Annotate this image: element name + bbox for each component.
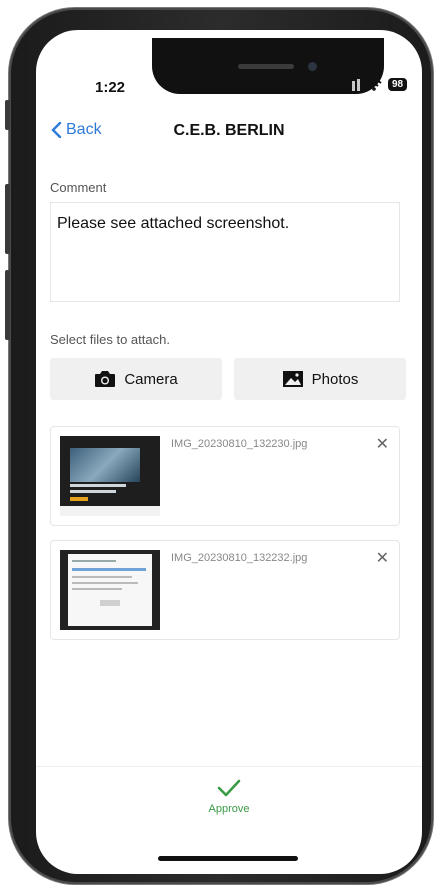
volume-down-button bbox=[5, 270, 10, 340]
status-icons: 98 bbox=[342, 78, 408, 91]
file-card: IMG_20230810_132230.jpg ✕ bbox=[50, 426, 400, 526]
battery-icon: 98 bbox=[388, 78, 408, 91]
file-thumbnail[interactable] bbox=[60, 436, 160, 516]
file-thumbnail[interactable] bbox=[60, 550, 160, 630]
photos-button[interactable]: Photos bbox=[234, 358, 406, 400]
attach-label: Select files to attach. bbox=[50, 332, 170, 347]
volume-up-button bbox=[5, 184, 10, 254]
file-card: IMG_20230810_132232.jpg ✕ bbox=[50, 540, 400, 640]
screen: 1:22 98 Back C.E.B. BERLIN Comment Pleas… bbox=[36, 30, 422, 874]
status-time: 1:22 bbox=[95, 79, 126, 96]
front-camera bbox=[308, 62, 317, 71]
checkmark-icon bbox=[217, 779, 241, 797]
approve-label: Approve bbox=[208, 803, 250, 815]
file-name: IMG_20230810_132230.jpg bbox=[171, 438, 308, 450]
page-title: C.E.B. BERLIN bbox=[173, 122, 285, 139]
close-icon: ✕ bbox=[375, 436, 389, 453]
signal-icon bbox=[342, 78, 360, 91]
home-indicator bbox=[158, 856, 298, 861]
file-name: IMG_20230810_132232.jpg bbox=[171, 552, 308, 564]
photos-label: Photos bbox=[311, 370, 359, 388]
comment-field[interactable]: Please see attached screenshot. bbox=[50, 202, 400, 302]
camera-icon bbox=[95, 371, 116, 387]
close-icon: ✕ bbox=[375, 550, 389, 567]
speaker-grille bbox=[238, 64, 294, 69]
remove-file-button[interactable]: ✕ bbox=[376, 434, 389, 454]
mute-switch bbox=[5, 100, 10, 130]
remove-file-button[interactable]: ✕ bbox=[376, 548, 389, 568]
camera-button[interactable]: Camera bbox=[50, 358, 222, 400]
photos-icon bbox=[282, 371, 303, 387]
approve-button[interactable]: Approve bbox=[36, 778, 422, 815]
camera-label: Camera bbox=[124, 370, 178, 388]
comment-label: Comment bbox=[50, 180, 107, 195]
wifi-icon bbox=[366, 78, 382, 91]
